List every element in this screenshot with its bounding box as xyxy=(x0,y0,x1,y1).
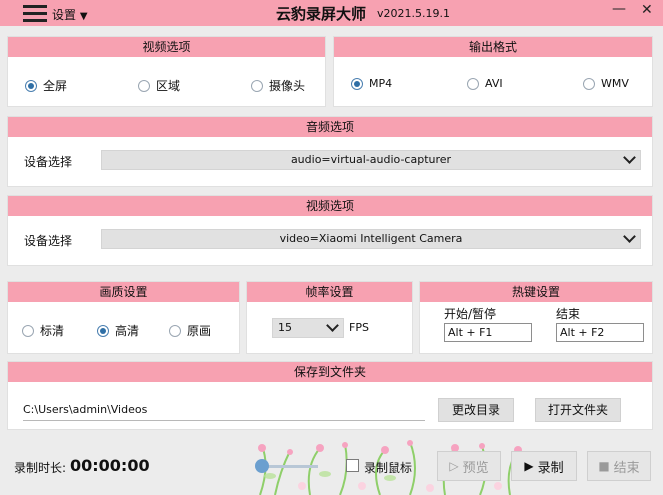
duration-label: 录制时长: xyxy=(14,461,67,475)
radio-label: MP4 xyxy=(369,77,393,90)
record-label: 录制 xyxy=(537,460,564,476)
radio-label: AVI xyxy=(485,77,503,90)
radio-fullscreen[interactable]: 全屏 xyxy=(25,77,67,94)
radio-high[interactable]: 高清 xyxy=(97,322,139,339)
radio-label: 区域 xyxy=(156,79,181,93)
radio-circle xyxy=(251,79,263,92)
minimize-button[interactable]: — xyxy=(612,1,626,17)
radio-standard[interactable]: 标清 xyxy=(22,322,64,339)
radio-mp4[interactable]: MP4 xyxy=(351,77,392,90)
chevron-down-icon: ▼ xyxy=(79,11,88,22)
radio-original[interactable]: 原画 xyxy=(169,322,211,339)
framerate-unit: FPS xyxy=(349,321,369,334)
radio-circle xyxy=(169,324,181,337)
framerate-panel: 帧率设置 15 FPS xyxy=(246,281,413,354)
save-folder-header: 保存到文件夹 xyxy=(8,362,652,382)
chevron-down-icon xyxy=(623,151,636,164)
stop-label: 结束 xyxy=(613,460,640,476)
radio-region[interactable]: 区域 xyxy=(138,77,180,94)
audio-device-label: 设备选择 xyxy=(24,155,73,169)
quality-panel: 画质设置 标清 高清 原画 xyxy=(7,281,240,354)
video-device-value: video=Xiaomi Intelligent Camera xyxy=(279,232,463,245)
record-button[interactable]: ▶ 录制 xyxy=(511,451,577,481)
play-circle-icon: ▷ xyxy=(449,459,459,473)
audio-options-header: 音频选项 xyxy=(8,117,652,137)
play-icon: ▶ xyxy=(524,459,534,473)
chevron-down-icon xyxy=(623,230,636,243)
save-path-field[interactable]: C:\Users\admin\Videos xyxy=(23,402,425,421)
video-options-panel: 视频选项 全屏 区域 摄像头 xyxy=(7,36,326,107)
audio-device-select[interactable]: audio=virtual-audio-capturer xyxy=(101,150,641,170)
video-device-header: 视频选项 xyxy=(8,196,652,216)
radio-circle xyxy=(351,77,363,90)
app-title: 云豹录屏大师 xyxy=(276,5,367,23)
title-bar: 设置 ▼ 云豹录屏大师 v2021.5.19.1 — ✕ xyxy=(0,0,663,26)
quality-header: 画质设置 xyxy=(8,282,239,302)
radio-circle xyxy=(467,77,479,90)
radio-label: 摄像头 xyxy=(269,79,306,93)
radio-circle xyxy=(22,324,34,337)
radio-label: 原画 xyxy=(187,324,212,338)
framerate-select[interactable]: 15 xyxy=(272,318,344,338)
framerate-header: 帧率设置 xyxy=(247,282,412,302)
start-pause-label: 开始/暂停 xyxy=(444,307,497,321)
hamburger-menu-icon[interactable] xyxy=(23,5,47,22)
radio-label: 全屏 xyxy=(43,79,68,93)
radio-wmv[interactable]: WMV xyxy=(583,77,629,90)
radio-label: 高清 xyxy=(115,324,140,338)
radio-circle xyxy=(97,324,109,337)
video-device-label: 设备选择 xyxy=(24,234,73,248)
end-label: 结束 xyxy=(556,307,581,321)
volume-slider-track[interactable] xyxy=(262,465,318,468)
duration-value: 00:00:00 xyxy=(70,456,150,475)
preview-button[interactable]: ▷ 预览 xyxy=(437,451,501,481)
audio-device-value: audio=virtual-audio-capturer xyxy=(290,153,452,166)
end-hotkey-input[interactable]: Alt + F2 xyxy=(556,323,644,342)
radio-camera[interactable]: 摄像头 xyxy=(251,77,305,94)
radio-circle xyxy=(25,79,37,92)
radio-label: WMV xyxy=(601,77,629,90)
settings-menu-label: 设置 xyxy=(52,8,77,22)
volume-slider-thumb[interactable] xyxy=(255,459,269,473)
radio-avi[interactable]: AVI xyxy=(467,77,503,90)
settings-menu-button[interactable]: 设置 ▼ xyxy=(52,6,88,23)
record-mouse-checkbox[interactable] xyxy=(346,459,359,472)
stop-button[interactable]: ■ 结束 xyxy=(587,451,651,481)
hotkeys-panel: 热键设置 开始/暂停 Alt + F1 结束 Alt + F2 xyxy=(419,281,653,354)
open-folder-button[interactable]: 打开文件夹 xyxy=(535,398,621,422)
hotkeys-header: 热键设置 xyxy=(420,282,652,302)
start-pause-hotkey-input[interactable]: Alt + F1 xyxy=(444,323,532,342)
video-device-select[interactable]: video=Xiaomi Intelligent Camera xyxy=(101,229,641,249)
radio-label: 标清 xyxy=(40,324,65,338)
stop-icon: ■ xyxy=(598,459,610,473)
audio-options-panel: 音频选项 设备选择 audio=virtual-audio-capturer xyxy=(7,116,653,187)
radio-circle xyxy=(583,77,595,90)
output-format-header: 输出格式 xyxy=(334,37,652,57)
video-device-panel: 视频选项 设备选择 video=Xiaomi Intelligent Camer… xyxy=(7,195,653,266)
close-button[interactable]: ✕ xyxy=(641,2,653,18)
app-version: v2021.5.19.1 xyxy=(377,7,450,20)
chevron-down-icon xyxy=(326,319,339,332)
radio-circle xyxy=(138,79,150,92)
preview-label: 预览 xyxy=(462,460,489,476)
video-options-header: 视频选项 xyxy=(8,37,325,57)
output-format-panel: 输出格式 MP4 AVI WMV xyxy=(333,36,653,107)
change-directory-button[interactable]: 更改目录 xyxy=(438,398,514,422)
framerate-value: 15 xyxy=(278,321,292,334)
record-mouse-label: 录制鼠标 xyxy=(364,461,413,475)
